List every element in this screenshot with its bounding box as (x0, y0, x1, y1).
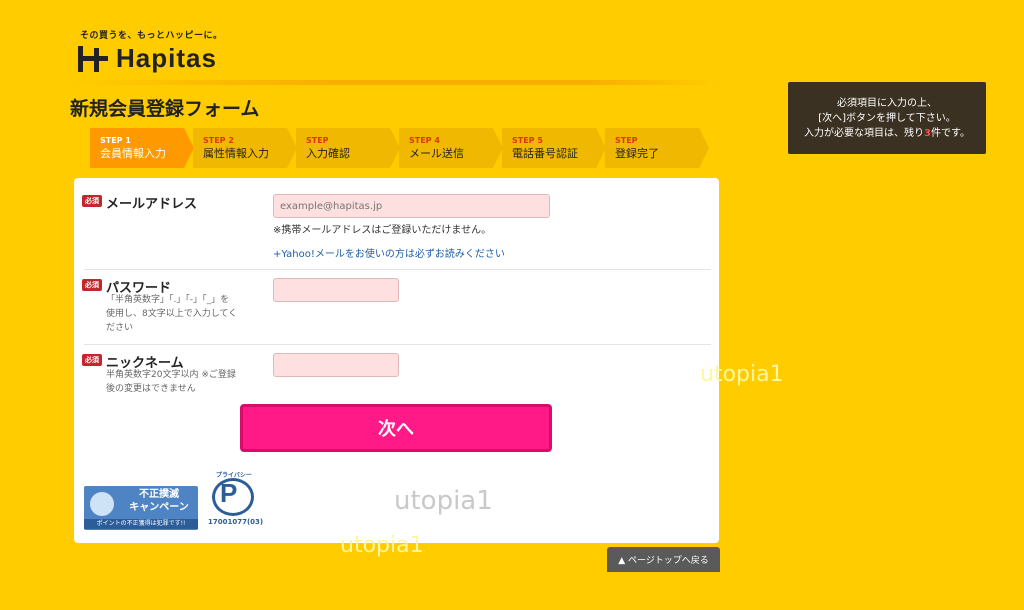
step-label: 属性情報入力 (203, 147, 269, 160)
email-note: ※携帯メールアドレスはご登録いただけません。 (273, 225, 492, 236)
step-3: STEP 入力確認 (296, 128, 400, 168)
required-badge: 必須 (82, 354, 102, 366)
nickname-hint: 半角英数字20文字以内 ※ご登録 後の変更はできません (106, 368, 246, 396)
step-number: STEP 2 (203, 136, 234, 145)
watermark-text: utopia1 (394, 486, 493, 516)
campaign-subtitle: ポイントの不正獲得は犯罪です!! (84, 519, 198, 529)
privacy-mark-badge[interactable]: プライバシー P 17001077(03) (206, 472, 264, 530)
step-label: メール送信 (409, 147, 464, 160)
step-4: STEP 4 メール送信 (399, 128, 503, 168)
notice-line-2: [次へ]ボタンを押して下さい。 (818, 113, 956, 124)
password-hint: 「半角英数字」「.」「-」「_」を 使用し、8文字以上で入力してく ださい (106, 293, 246, 335)
step-label: 会員情報入力 (100, 147, 166, 160)
password-hint-line: ださい (106, 323, 134, 333)
notice-line-3: 入力が必要な項目は、残り3件です。 (794, 126, 980, 141)
step-number: STEP (306, 136, 329, 145)
logo-text: Hapitas (116, 43, 217, 73)
step-label: 登録完了 (615, 147, 659, 160)
password-input[interactable] (273, 278, 399, 302)
watermark-text: utopia1 (700, 362, 784, 387)
registration-steps: STEP 1 会員情報入力 STEP 2 属性情報入力 STEP 入力確認 ST… (90, 128, 710, 168)
step-1: STEP 1 会員情報入力 (90, 128, 194, 168)
email-input[interactable] (273, 194, 550, 218)
page-title: 新規会員登録フォーム (70, 98, 260, 120)
yahoo-mail-link[interactable]: +Yahoo!メールをお使いの方は必ずお読みください (273, 245, 505, 260)
page-top-button[interactable]: ▲ ページトップへ戻る (607, 547, 720, 572)
step-label: 電話番号認証 (512, 147, 578, 160)
hand-icon (90, 492, 114, 516)
campaign-title-line: キャンペーン (129, 502, 189, 513)
step-6: STEP 登録完了 (605, 128, 709, 168)
step-number: STEP 5 (512, 136, 543, 145)
step-number: STEP 4 (409, 136, 440, 145)
step-number: STEP 1 (100, 136, 131, 145)
campaign-title: 不正撲滅 キャンペーン (124, 488, 194, 514)
logo-mark-icon (78, 45, 108, 72)
nickname-input[interactable] (273, 353, 399, 377)
privacy-p-letter: P (220, 478, 238, 508)
fraud-campaign-badge[interactable]: 不正撲滅 キャンペーン ポイントの不正獲得は犯罪です!! (84, 486, 198, 530)
remaining-count: 3 (924, 128, 931, 139)
row-divider (84, 269, 711, 270)
nickname-hint-line: 後の変更はできません (106, 384, 196, 394)
row-divider (84, 344, 711, 345)
privacy-mark-number: 17001077(03) (208, 518, 264, 526)
nickname-hint-line: 半角英数字20文字以内 ※ご登録 (106, 370, 236, 380)
required-notice-box: 必須項目に入力の上、 [次へ]ボタンを押して下さい。 入力が必要な項目は、残り3… (788, 82, 986, 154)
step-5: STEP 5 電話番号認証 (502, 128, 606, 168)
watermark-text: utopia1 (340, 533, 424, 558)
hapitas-logo[interactable]: Hapitas (78, 43, 217, 74)
campaign-title-line: 不正撲滅 (139, 489, 179, 500)
email-label: メールアドレス (106, 197, 198, 212)
step-label: 入力確認 (306, 147, 350, 160)
password-hint-line: 使用し、8文字以上で入力してく (106, 309, 238, 319)
header-divider (70, 80, 720, 85)
password-hint-line: 「半角英数字」「.」「-」「_」を (106, 295, 230, 305)
notice-line-3-post: 件です。 (930, 128, 970, 139)
brand-tagline: その買うを、もっとハッピーに。 (80, 31, 223, 41)
step-number: STEP (615, 136, 638, 145)
required-badge: 必須 (82, 279, 102, 291)
notice-line-1: 必須項目に入力の上、 (837, 98, 937, 109)
step-2: STEP 2 属性情報入力 (193, 128, 297, 168)
required-badge: 必須 (82, 195, 102, 207)
next-button[interactable]: 次へ (240, 404, 552, 452)
notice-line-3-pre: 入力が必要な項目は、残り (804, 128, 925, 139)
